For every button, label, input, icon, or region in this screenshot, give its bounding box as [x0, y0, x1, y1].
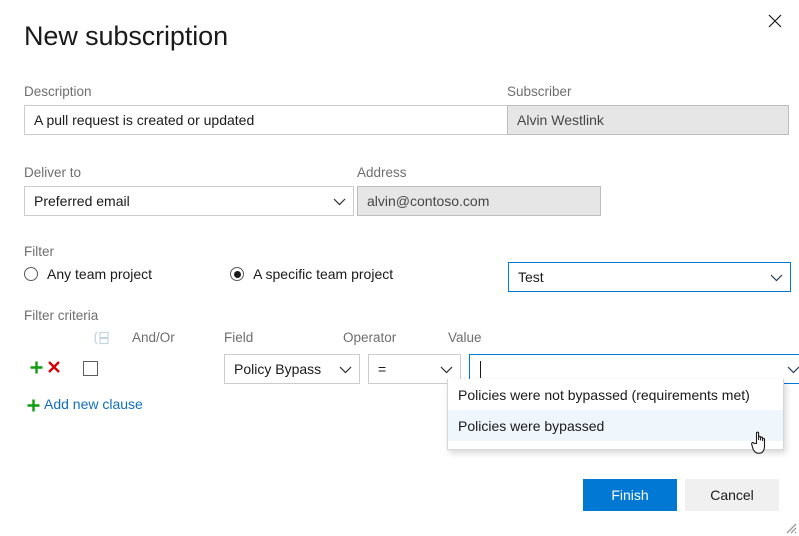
filter-criteria-label: Filter criteria [24, 308, 784, 324]
address-input: alvin@contoso.com [357, 186, 601, 216]
column-header-operator: Operator [343, 330, 396, 346]
value-dropdown-list[interactable]: Policies were not bypassed (requirements… [447, 379, 784, 450]
description-field-group: Description A pull request is created or… [24, 84, 509, 135]
add-new-clause-link[interactable]: Add new clause [44, 396, 143, 412]
radio-specific-team-project[interactable]: A specific team project [230, 266, 393, 282]
subscriber-input: Alvin Westlink [507, 105, 789, 135]
address-field-group: Address alvin@contoso.com [357, 165, 601, 216]
deliver-to-field-group: Deliver to Preferred email [24, 165, 354, 216]
filter-label: Filter [24, 244, 393, 260]
subscriber-field-group: Subscriber Alvin Westlink [507, 84, 789, 135]
close-button[interactable] [759, 6, 791, 36]
cancel-button[interactable]: Cancel [685, 479, 779, 511]
dropdown-option-bypassed[interactable]: Policies were bypassed [448, 410, 783, 441]
new-subscription-dialog: New subscription Description A pull requ… [0, 0, 799, 536]
close-icon [768, 14, 782, 28]
radio-any-team-project[interactable]: Any team project [24, 266, 152, 282]
operator-dropdown-value: = [378, 361, 386, 377]
radio-any-team-project-label: Any team project [47, 266, 152, 282]
deliver-to-dropdown[interactable]: Preferred email [24, 186, 354, 216]
description-subscriber-row: Description A pull request is created or… [24, 84, 789, 144]
finish-button[interactable]: Finish [583, 479, 677, 511]
deliver-to-value: Preferred email [34, 193, 130, 209]
filter-radio-group: Any team project A specific team project [24, 266, 393, 282]
chevron-down-icon [770, 269, 783, 285]
column-header-field: Field [224, 330, 253, 346]
dropdown-option-not-bypassed[interactable]: Policies were not bypassed (requirements… [448, 379, 783, 410]
chevron-down-icon [339, 361, 352, 377]
deliver-address-row: Deliver to Preferred email Address alvin… [24, 165, 624, 225]
chevron-down-icon [333, 193, 346, 209]
plus-icon[interactable] [29, 360, 44, 380]
column-header-value: Value [448, 330, 482, 346]
criteria-column-headers: And/Or Field Operator Value [24, 330, 784, 350]
chevron-down-icon [787, 361, 799, 377]
subscriber-label: Subscriber [507, 84, 789, 100]
filter-section: Filter Any team project A specific team … [24, 244, 393, 282]
field-dropdown-value: Policy Bypass [234, 361, 321, 377]
close-x-icon[interactable] [47, 360, 61, 379]
radio-indicator-selected [230, 267, 244, 281]
radio-specific-team-project-label: A specific team project [253, 266, 393, 282]
chevron-down-icon [440, 361, 453, 377]
deliver-to-label: Deliver to [24, 165, 354, 181]
column-header-andor: And/Or [132, 330, 175, 346]
radio-indicator [24, 267, 38, 281]
field-dropdown[interactable]: Policy Bypass [224, 354, 360, 384]
page-title: New subscription [24, 19, 228, 53]
address-label: Address [357, 165, 601, 181]
resize-grip[interactable] [783, 520, 797, 534]
clause-group-icon[interactable] [93, 331, 110, 350]
plus-icon[interactable] [26, 398, 41, 418]
description-input[interactable]: A pull request is created or updated [24, 105, 509, 135]
description-label: Description [24, 84, 509, 100]
text-caret [480, 361, 481, 378]
team-project-dropdown[interactable]: Test [508, 262, 791, 292]
clause-checkbox[interactable] [83, 361, 98, 376]
team-project-value: Test [518, 269, 544, 285]
dialog-footer: Finish Cancel [0, 479, 799, 513]
